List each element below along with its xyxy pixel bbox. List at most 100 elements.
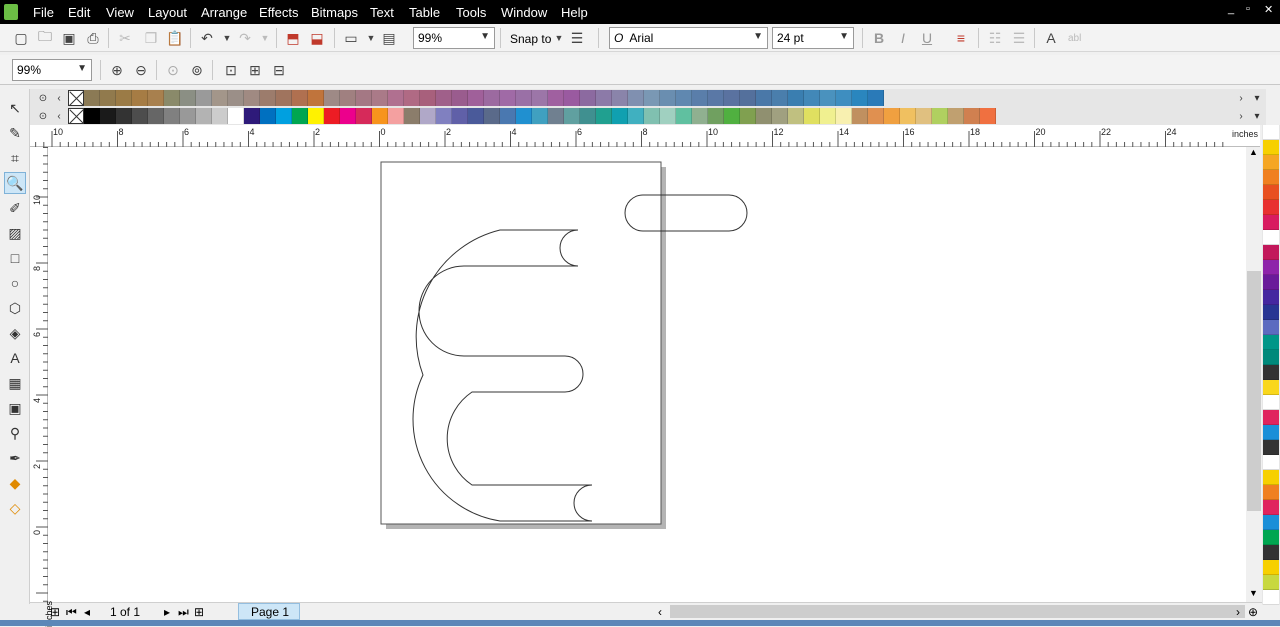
color-swatch[interactable]	[724, 90, 740, 106]
color-swatch[interactable]	[1263, 125, 1279, 140]
color-swatch[interactable]	[596, 90, 612, 106]
basic-shapes-tool-icon[interactable]: ◈	[4, 322, 26, 344]
redo-icon[interactable]: ↷	[236, 29, 254, 47]
color-swatch[interactable]	[436, 90, 452, 106]
color-swatch[interactable]	[1263, 365, 1279, 380]
color-swatch[interactable]	[404, 90, 420, 106]
color-swatch[interactable]	[372, 90, 388, 106]
drawing-canvas[interactable]	[48, 147, 1246, 602]
color-swatch[interactable]	[548, 108, 564, 124]
color-swatch[interactable]	[1263, 155, 1279, 170]
color-swatch[interactable]	[340, 90, 356, 106]
add-page-before-icon[interactable]: ⊞	[50, 605, 60, 619]
color-swatch[interactable]	[372, 108, 388, 124]
color-swatch[interactable]	[228, 90, 244, 106]
color-swatch[interactable]	[900, 108, 916, 124]
color-swatch[interactable]	[292, 90, 308, 106]
color-swatch[interactable]	[788, 108, 804, 124]
cut-icon[interactable]: ✂	[116, 29, 134, 47]
vertical-scrollbar[interactable]: ▲ ▼	[1246, 147, 1262, 602]
color-swatch[interactable]	[1263, 275, 1279, 290]
color-swatch[interactable]	[1263, 260, 1279, 275]
eyedropper-tool-icon[interactable]: ⚲	[4, 422, 26, 444]
color-swatch[interactable]	[1263, 290, 1279, 305]
color-swatch[interactable]	[1263, 335, 1279, 350]
color-swatch[interactable]	[836, 90, 852, 106]
color-swatch[interactable]	[852, 108, 868, 124]
color-swatch[interactable]	[356, 108, 372, 124]
color-swatch[interactable]	[212, 108, 228, 124]
close-button[interactable]: ✕	[1264, 3, 1273, 16]
zoom-page-width-icon[interactable]: ⊞	[246, 61, 264, 79]
color-swatch[interactable]	[836, 108, 852, 124]
italic-icon[interactable]: I	[894, 29, 912, 47]
color-swatch[interactable]	[772, 108, 788, 124]
color-swatch[interactable]	[292, 108, 308, 124]
color-swatch[interactable]	[212, 90, 228, 106]
color-swatch[interactable]	[468, 108, 484, 124]
color-swatch[interactable]	[484, 90, 500, 106]
scroll-right-icon[interactable]: ›	[1236, 605, 1240, 619]
scroll-left-icon[interactable]: ‹	[658, 605, 662, 619]
interactive-tool-icon[interactable]: ▣	[4, 397, 26, 419]
zoom-navigator-icon[interactable]: ⊕	[1248, 605, 1258, 619]
redo-dropdown-icon[interactable]: ▼	[256, 29, 274, 47]
color-swatch[interactable]	[1263, 425, 1279, 440]
zoom-in-icon[interactable]: ⊕	[108, 61, 126, 79]
palette-menu-icon[interactable]: ⊙	[36, 91, 50, 105]
color-swatch[interactable]	[132, 108, 148, 124]
color-swatch[interactable]	[1263, 560, 1279, 575]
color-swatch[interactable]	[308, 90, 324, 106]
color-swatch[interactable]	[196, 90, 212, 106]
color-swatch[interactable]	[804, 90, 820, 106]
underline-icon[interactable]: U	[918, 29, 936, 47]
color-swatch[interactable]	[436, 108, 452, 124]
import-icon[interactable]: ⬒	[284, 29, 302, 47]
menu-tools[interactable]: Tools	[456, 5, 486, 20]
vertical-ruler[interactable]: 10 8 6 4 2 0	[30, 147, 48, 602]
edit-text-icon[interactable]: A	[1042, 29, 1060, 47]
color-swatch[interactable]	[276, 90, 292, 106]
color-swatch[interactable]	[244, 108, 260, 124]
color-swatch[interactable]	[116, 90, 132, 106]
pick-tool-icon[interactable]: ↖	[4, 97, 26, 119]
color-swatch[interactable]	[484, 108, 500, 124]
menu-text[interactable]: Text	[370, 5, 394, 20]
menu-edit[interactable]: Edit	[68, 5, 90, 20]
color-swatch[interactable]	[1263, 200, 1279, 215]
new-document-icon[interactable]: ▢	[12, 29, 30, 47]
color-swatch[interactable]	[1263, 380, 1279, 395]
export-icon[interactable]: ⬓	[308, 29, 326, 47]
color-swatch[interactable]	[1263, 455, 1279, 470]
color-swatch[interactable]	[516, 108, 532, 124]
color-swatch[interactable]	[820, 90, 836, 106]
color-swatch[interactable]	[132, 90, 148, 106]
color-swatch[interactable]	[788, 90, 804, 106]
text-alignment-icon[interactable]: ≡	[952, 29, 970, 47]
color-swatch[interactable]	[708, 108, 724, 124]
color-swatch[interactable]	[468, 90, 484, 106]
color-swatch[interactable]	[660, 108, 676, 124]
color-swatch[interactable]	[1263, 500, 1279, 515]
first-page-icon[interactable]: ⏮	[66, 605, 77, 620]
horizontal-scroll-thumb[interactable]	[670, 605, 1245, 618]
add-page-after-icon[interactable]: ⊞	[194, 605, 204, 619]
outline-pen-tool-icon[interactable]: ✒	[4, 447, 26, 469]
menu-layout[interactable]: Layout	[148, 5, 187, 20]
color-swatch[interactable]	[452, 108, 468, 124]
color-swatch[interactable]	[596, 108, 612, 124]
next-page-icon[interactable]: ▸	[164, 605, 170, 619]
welcome-screen-icon[interactable]: ▤	[380, 29, 398, 47]
menu-effects[interactable]: Effects	[259, 5, 299, 20]
color-swatch[interactable]	[868, 90, 884, 106]
print-icon[interactable]: ⎙	[84, 29, 102, 47]
color-swatch[interactable]	[804, 108, 820, 124]
color-swatch[interactable]	[1263, 485, 1279, 500]
no-color-swatch[interactable]	[68, 90, 84, 106]
color-swatch[interactable]	[692, 90, 708, 106]
color-swatch[interactable]	[1263, 575, 1279, 590]
color-swatch[interactable]	[148, 108, 164, 124]
horizontal-ruler[interactable]: 10 8 6 4 2 0 2 4 6 8 10 12 14 16 18 20 22 24 inches	[30, 125, 1260, 147]
bullet-list-icon[interactable]: ☷	[986, 29, 1004, 47]
save-icon[interactable]: ▣	[60, 29, 78, 47]
